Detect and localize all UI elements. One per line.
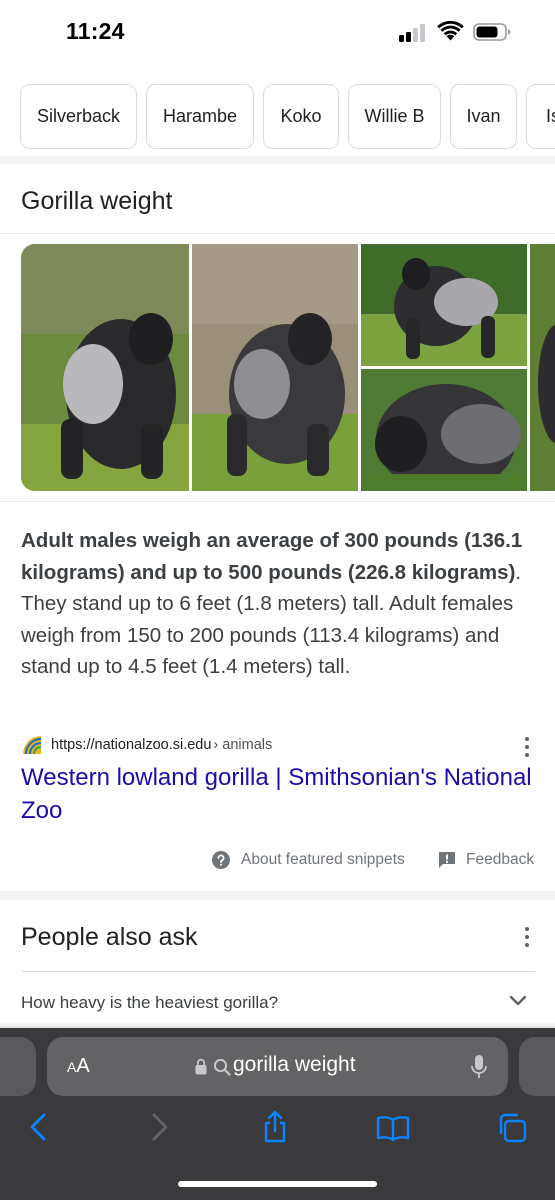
source-row[interactable]: https://nationalzoo.si.edu › animals bbox=[21, 733, 272, 757]
chevron-down-icon[interactable] bbox=[509, 994, 527, 1008]
question-circle-icon bbox=[212, 851, 230, 869]
snippet-text: Adult males weigh an average of 300 poun… bbox=[21, 525, 541, 683]
result-title-link[interactable]: Western lowland gorilla | Smithsonian's … bbox=[21, 761, 541, 827]
divider bbox=[0, 501, 555, 502]
back-icon[interactable] bbox=[24, 1110, 56, 1144]
gorilla-photo-5[interactable] bbox=[530, 244, 555, 491]
about-snippets-label: About featured snippets bbox=[241, 851, 405, 868]
gorilla-photo-4[interactable] bbox=[361, 369, 527, 491]
forward-icon[interactable] bbox=[142, 1110, 174, 1144]
feedback-button[interactable]: Feedback bbox=[438, 848, 534, 872]
next-tab-pill[interactable] bbox=[519, 1037, 555, 1096]
gorilla-photo-2[interactable] bbox=[192, 244, 358, 491]
snippet-bold-text: Adult males weigh an average of 300 poun… bbox=[21, 529, 523, 584]
chip-ivan[interactable]: Ivan bbox=[450, 84, 517, 149]
section-separator bbox=[0, 891, 555, 900]
feedback-label: Feedback bbox=[466, 851, 535, 868]
previous-tab-pill[interactable] bbox=[0, 1037, 36, 1096]
about-featured-snippets-button[interactable]: About featured snippets bbox=[212, 848, 405, 872]
battery-icon bbox=[473, 23, 511, 41]
divider bbox=[0, 233, 555, 234]
wifi-icon bbox=[437, 20, 464, 41]
search-icon bbox=[213, 1058, 231, 1076]
gorilla-photo-3[interactable] bbox=[361, 244, 527, 366]
cellular-signal-icon bbox=[399, 22, 429, 42]
bookmarks-icon[interactable] bbox=[376, 1110, 410, 1144]
smithsonian-favicon-icon bbox=[23, 736, 42, 755]
chip-partial[interactable]: Is bbox=[526, 84, 555, 149]
share-icon[interactable] bbox=[259, 1110, 291, 1144]
paa-question[interactable]: How heavy is the heaviest gorilla? bbox=[21, 993, 278, 1013]
url-text[interactable]: gorilla weight bbox=[233, 1053, 356, 1077]
home-indicator bbox=[178, 1181, 377, 1187]
related-chips: Silverback Harambe Koko Willie B Ivan Is bbox=[0, 84, 555, 150]
tabs-icon[interactable] bbox=[496, 1110, 528, 1144]
reader-text-size-button[interactable]: AA bbox=[67, 1055, 90, 1078]
lock-icon bbox=[195, 1058, 207, 1075]
source-url: https://nationalzoo.si.edu bbox=[51, 737, 212, 753]
chip-koko[interactable]: Koko bbox=[263, 84, 339, 149]
chip-willie-b[interactable]: Willie B bbox=[348, 84, 441, 149]
microphone-icon[interactable] bbox=[470, 1054, 488, 1080]
divider bbox=[21, 971, 535, 972]
source-path: › animals bbox=[213, 737, 273, 753]
status-time: 11:24 bbox=[66, 18, 125, 44]
chip-silverback[interactable]: Silverback bbox=[20, 84, 137, 149]
section-separator bbox=[0, 156, 555, 164]
status-bar: 11:24 bbox=[0, 0, 555, 66]
gorilla-image-strip[interactable] bbox=[21, 244, 555, 491]
people-also-ask-heading: People also ask bbox=[21, 923, 198, 951]
snippet-heading: Gorilla weight bbox=[21, 187, 173, 215]
kebab-icon[interactable] bbox=[524, 737, 530, 757]
kebab-icon[interactable] bbox=[524, 927, 530, 947]
gorilla-photo-1[interactable] bbox=[21, 244, 189, 491]
feedback-icon bbox=[439, 852, 455, 868]
chip-harambe[interactable]: Harambe bbox=[146, 84, 254, 149]
